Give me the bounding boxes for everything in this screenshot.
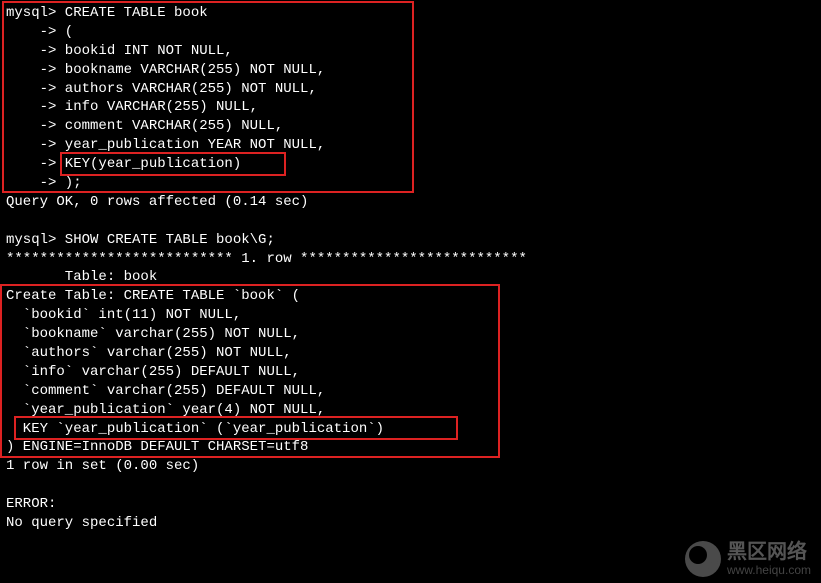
terminal-line: -> bookname VARCHAR(255) NOT NULL,	[6, 61, 815, 80]
mushroom-icon	[685, 541, 721, 577]
terminal-line: -> comment VARCHAR(255) NULL,	[6, 117, 815, 136]
terminal-line: `info` varchar(255) DEFAULT NULL,	[6, 363, 815, 382]
terminal-line: -> info VARCHAR(255) NULL,	[6, 98, 815, 117]
terminal-line: -> year_publication YEAR NOT NULL,	[6, 136, 815, 155]
watermark-url: www.heiqu.com	[727, 564, 811, 576]
watermark-brand: 黑区网络	[727, 542, 811, 562]
terminal-line: Table: book	[6, 268, 815, 287]
terminal-line: *************************** 1. row *****…	[6, 250, 815, 269]
terminal-line: -> bookid INT NOT NULL,	[6, 42, 815, 61]
terminal-output[interactable]: mysql> CREATE TABLE book -> ( -> bookid …	[0, 0, 821, 556]
terminal-line: -> (	[6, 23, 815, 42]
terminal-line: Create Table: CREATE TABLE `book` (	[6, 287, 815, 306]
terminal-line: Query OK, 0 rows affected (0.14 sec)	[6, 193, 815, 212]
terminal-line: ERROR:	[6, 495, 815, 514]
terminal-line: `bookid` int(11) NOT NULL,	[6, 306, 815, 325]
terminal-line: -> authors VARCHAR(255) NOT NULL,	[6, 80, 815, 99]
terminal-line: -> KEY(year_publication)	[6, 155, 815, 174]
terminal-line: -> );	[6, 174, 815, 193]
terminal-line: `comment` varchar(255) DEFAULT NULL,	[6, 382, 815, 401]
terminal-line: No query specified	[6, 514, 815, 533]
terminal-line: mysql> SHOW CREATE TABLE book\G;	[6, 231, 815, 250]
terminal-line: `bookname` varchar(255) NOT NULL,	[6, 325, 815, 344]
terminal-line: `year_publication` year(4) NOT NULL,	[6, 401, 815, 420]
terminal-line	[6, 212, 815, 231]
terminal-line	[6, 476, 815, 495]
terminal-line: KEY `year_publication` (`year_publicatio…	[6, 420, 815, 439]
terminal-line: `authors` varchar(255) NOT NULL,	[6, 344, 815, 363]
terminal-line: ) ENGINE=InnoDB DEFAULT CHARSET=utf8	[6, 438, 815, 457]
terminal-line: 1 row in set (0.00 sec)	[6, 457, 815, 476]
terminal-line: mysql> CREATE TABLE book	[6, 4, 815, 23]
watermark: 黑区网络 www.heiqu.com	[685, 541, 811, 577]
